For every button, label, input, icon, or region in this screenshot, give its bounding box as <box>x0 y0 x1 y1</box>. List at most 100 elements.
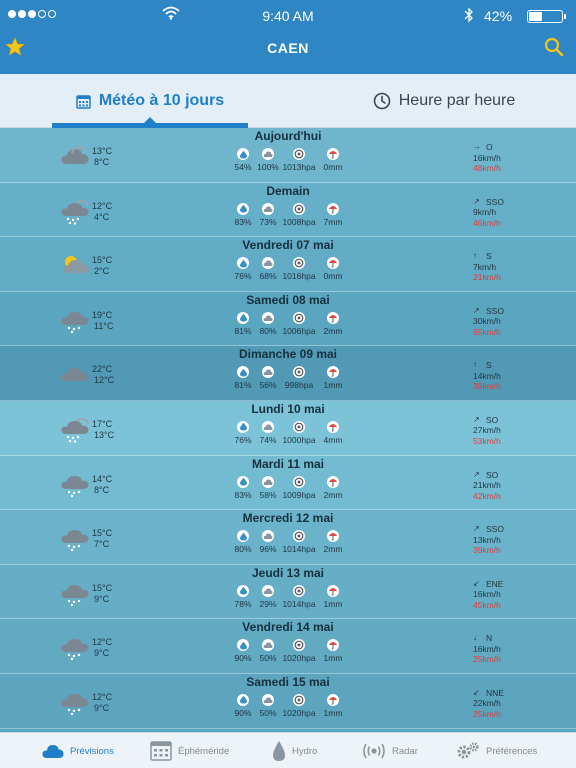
wind-info: ↗ SSO 30km/h 65km/h <box>473 306 504 338</box>
umbrella-icon <box>327 639 339 652</box>
wind-direction: ↑ S <box>473 251 501 262</box>
cloud-cover-icon <box>262 366 274 379</box>
cloud-cover-icon <box>262 530 274 543</box>
day-metrics: 83% 73% 1008hpa 7mm <box>230 202 350 227</box>
weather-showers-icon <box>60 472 90 503</box>
metric-value: 80% <box>234 544 252 555</box>
temperatures: 12°C 4°C <box>92 201 112 223</box>
drop-icon <box>273 741 285 761</box>
day-metrics: 78% 29% 1014hpa 1mm <box>230 584 350 609</box>
temp-max: 22°C <box>92 364 113 375</box>
forecast-row[interactable]: Samedi 15 mai 12°C 9°C 90% 50% 1020hpa 1mm ↙ NN… <box>0 673 576 729</box>
humidity-icon <box>237 148 249 160</box>
forecast-row[interactable]: Jeudi 13 mai 15°C 9°C 78% 29% 1014hpa 1mm ↙ ENE… <box>0 564 576 620</box>
bottom-tab-label: Hydro <box>292 745 318 757</box>
pressure-icon <box>293 257 305 270</box>
umbrella-icon <box>327 311 339 324</box>
metric-rain: 1mm <box>318 366 348 390</box>
metric-pressure: 1009hpa <box>280 475 318 500</box>
metric-value: 50% <box>259 653 277 664</box>
wind-direction: ↑ S <box>473 360 501 371</box>
forecast-row[interactable]: Demain 12°C 4°C 83% 73% 1008hpa 7mm ↗ SSO 9km/h… <box>0 182 576 238</box>
metric-value: 0mm <box>323 271 343 282</box>
weather-partly-icon <box>60 253 90 280</box>
humidity-icon <box>237 693 249 706</box>
metric-value: 73% <box>259 216 277 227</box>
wind-gust: 45km/h <box>473 599 501 610</box>
metric-value: 1006hpa <box>282 325 316 336</box>
search-icon[interactable] <box>544 37 564 57</box>
forecast-row[interactable]: Samedi 08 mai 19°C 11°C 81% 80% 1006hpa 2mm ↗ S… <box>0 291 576 347</box>
wind-arrow-icon: ↗ <box>473 524 480 534</box>
radar-icon <box>363 743 385 759</box>
metric-rain: 1mm <box>318 639 348 663</box>
metric-rain: 2mm <box>318 475 348 500</box>
wind-arrow-icon: ↑ <box>473 251 477 261</box>
temperatures: 17°C 13°C <box>92 419 114 441</box>
forecast-row[interactable]: Aujourd'hui 13°C 8°C 54% 100% 1013hpa 0mm → O 1… <box>0 128 576 183</box>
humidity-icon <box>237 366 249 379</box>
bottom-tab-hydro[interactable]: Hydro <box>272 733 317 768</box>
wind-speed: 27km/h <box>473 425 501 436</box>
temp-max: 12°C <box>92 691 113 702</box>
bottom-tab-ephemeride[interactable]: Éphéméride <box>150 733 229 768</box>
bottom-tab-radar[interactable]: Radar <box>362 733 418 768</box>
forecast-row[interactable]: Mardi 11 mai 14°C 8°C 83% 58% 1009hpa 2mm ↗ SO … <box>0 455 576 511</box>
forecast-row[interactable]: Lundi 10 mai 17°C 13°C 76% 74% 1000hpa 4mm ↗ SO… <box>0 400 576 456</box>
metric-cloud: 58% <box>256 475 280 500</box>
metric-value: 1mm <box>323 598 343 609</box>
metric-humidity: 81% <box>230 311 256 336</box>
weather-showers-icon <box>60 635 90 666</box>
wind-direction-label: S <box>486 251 492 262</box>
metric-value: 0mm <box>323 162 343 172</box>
forecast-row[interactable]: Mercredi 12 mai 15°C 7°C 80% 96% 1014hpa 2mm ↗… <box>0 510 576 565</box>
forecast-row[interactable]: Vendredi 07 mai 15°C 2°C 76% 68% 1016hpa 0mm ↑… <box>0 237 576 292</box>
forecast-list[interactable]: Aujourd'hui 13°C 8°C 54% 100% 1013hpa 0mm → O 1… <box>0 128 576 732</box>
metric-humidity: 83% <box>230 475 256 500</box>
umbrella-icon <box>327 148 339 160</box>
metric-value: 998hpa <box>284 380 314 391</box>
wind-gust: 39km/h <box>473 381 501 392</box>
metric-humidity: 80% <box>230 530 256 554</box>
metric-value: 1013hpa <box>282 162 316 172</box>
metric-value: 1009hpa <box>282 489 316 500</box>
temp-min: 13°C <box>94 429 115 440</box>
bottom-tab-label: Éphéméride <box>178 745 230 757</box>
metric-pressure: 1016hpa <box>280 257 318 281</box>
forecast-row[interactable]: Dimanche 09 mai 22°C 12°C 81% 56% 998hpa 1mm ↑… <box>0 346 576 401</box>
temp-max: 14°C <box>92 473 113 484</box>
bottom-tab-preferences[interactable]: Préférences <box>456 733 537 768</box>
bottom-tab-previsions[interactable]: Prévisions <box>42 733 114 768</box>
clock-icon <box>373 92 391 110</box>
metric-value: 90% <box>234 707 252 718</box>
wind-speed: 16km/h <box>473 152 501 163</box>
metric-cloud: 80% <box>256 311 280 336</box>
weather-rain-icon <box>60 199 90 230</box>
metric-value: 29% <box>259 598 277 609</box>
wind-info: ↙ ENE 16km/h 45km/h <box>473 579 503 611</box>
wind-arrow-icon: ↙ <box>473 687 480 697</box>
forecast-row[interactable]: Vendredi 14 mai 12°C 9°C 90% 50% 1020hpa 1mm ↓… <box>0 619 576 674</box>
metric-pressure: 1008hpa <box>280 202 318 227</box>
wind-direction-label: SSO <box>486 196 504 207</box>
wind-direction: ↗ SSO <box>473 524 504 535</box>
metric-rain: 2mm <box>318 311 348 336</box>
pressure-icon <box>293 475 305 488</box>
wind-info: ↑ S 14km/h 39km/h <box>473 360 501 392</box>
metric-pressure: 1020hpa <box>280 639 318 663</box>
umbrella-icon <box>327 366 339 379</box>
metric-value: 1020hpa <box>282 653 316 664</box>
wind-speed: 13km/h <box>473 534 501 545</box>
wind-direction-label: N <box>486 633 493 644</box>
day-metrics: 81% 56% 998hpa 1mm <box>230 366 350 390</box>
metric-cloud: 96% <box>256 530 280 554</box>
wind-direction: ↓ N <box>473 633 501 644</box>
day-metrics: 83% 58% 1009hpa 2mm <box>230 475 350 500</box>
wind-info: ↑ S 7km/h 21km/h <box>473 251 501 283</box>
pressure-icon <box>293 530 305 543</box>
wind-gust: 25km/h <box>473 654 501 665</box>
tab-hourly[interactable]: Heure par heure <box>344 74 544 128</box>
weather-showers-icon <box>60 526 90 557</box>
metric-cloud: 73% <box>256 202 280 227</box>
cloud-icon <box>42 745 64 758</box>
